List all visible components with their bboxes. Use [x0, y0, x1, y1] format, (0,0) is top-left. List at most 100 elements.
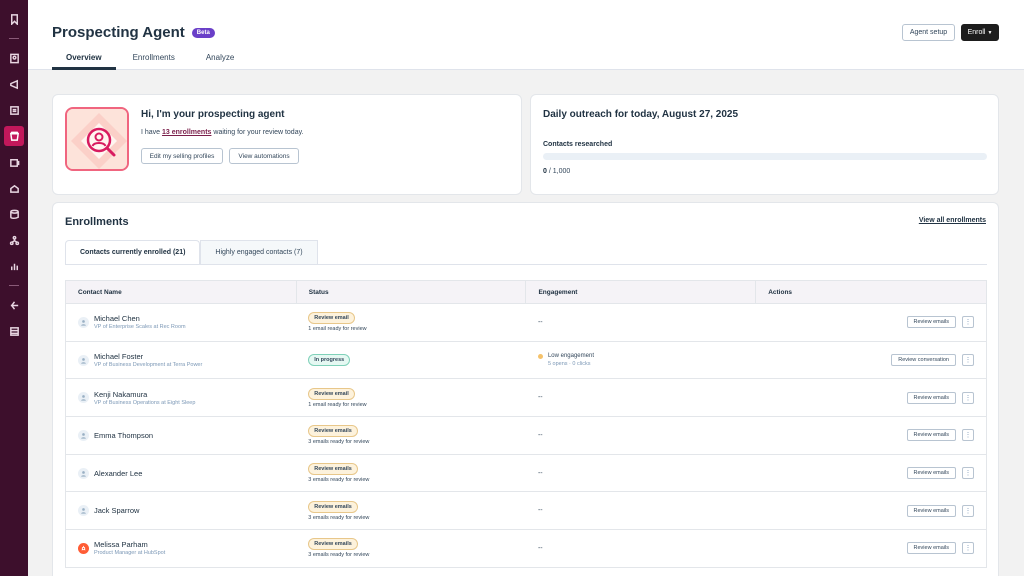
- tab-overview[interactable]: Overview: [52, 47, 116, 70]
- status-cell: Review emails 3 emails ready for review: [296, 491, 526, 531]
- view-automations-button[interactable]: View automations: [229, 148, 299, 164]
- reports-icon[interactable]: [4, 256, 24, 276]
- page-tabs: Overview Enrollments Analyze: [52, 47, 251, 70]
- contacts-researched-count: 0 / 1,000: [543, 168, 570, 175]
- automation-icon[interactable]: [4, 230, 24, 250]
- col-contact-name[interactable]: Contact Name: [65, 280, 297, 304]
- status-badge: Review emails: [308, 463, 358, 476]
- status-cell: Review email 1 email ready for review: [296, 378, 526, 418]
- review-button[interactable]: Review emails: [906, 391, 956, 404]
- more-actions-icon[interactable]: ⋮: [962, 467, 974, 480]
- table-row[interactable]: Alexander Lee Review emails 3 emails ready…: [65, 454, 987, 493]
- contact-name[interactable]: Alexander Lee: [94, 469, 142, 478]
- review-button[interactable]: Review emails: [906, 542, 956, 555]
- table-row[interactable]: Michael Chen VP of Enterprise Scales at R…: [65, 303, 987, 342]
- tab-enrollments[interactable]: Enrollments: [119, 47, 189, 70]
- more-actions-icon[interactable]: ⋮: [962, 429, 974, 442]
- engagement-cell: --: [525, 529, 756, 568]
- engagement-stats: 5 opens · 0 clicks: [547, 361, 591, 368]
- person-icon: [78, 467, 89, 479]
- enroll-button[interactable]: Enroll ▼: [961, 24, 999, 41]
- table-header-row: Contact Name Status Engagement Actions: [65, 280, 987, 304]
- contact-name[interactable]: Melissa Parham: [94, 540, 165, 549]
- title-row: Prospecting Agent Beta: [52, 24, 215, 41]
- tab-analyze[interactable]: Analyze: [192, 47, 248, 70]
- contact-cell: Michael Foster VP of Business Development…: [65, 341, 297, 380]
- status-detail: 3 emails ready for review: [308, 514, 370, 521]
- more-actions-icon[interactable]: ⋮: [962, 316, 974, 329]
- review-button[interactable]: Review emails: [906, 467, 956, 480]
- more-actions-icon[interactable]: ⋮: [962, 354, 974, 367]
- person-icon: [78, 505, 89, 517]
- actions-cell: Review emails ⋮: [755, 416, 987, 455]
- engagement-cell: --: [525, 378, 756, 418]
- table-row[interactable]: Emma Thompson Review emails 3 emails ready…: [65, 416, 987, 455]
- more-actions-icon[interactable]: ⋮: [962, 504, 974, 517]
- more-actions-icon[interactable]: ⋮: [962, 391, 974, 404]
- review-button[interactable]: Review emails: [906, 429, 956, 442]
- contact-info: Melissa Parham Product Manager at HubSpot: [78, 540, 296, 556]
- table-row[interactable]: Kenji Nakamura VP of Business Operations …: [65, 378, 987, 418]
- contact-name[interactable]: Kenji Nakamura: [94, 390, 195, 399]
- commerce-icon[interactable]: [4, 178, 24, 198]
- more-actions-icon[interactable]: ⋮: [962, 542, 974, 555]
- edit-selling-profiles-button[interactable]: Edit my selling profiles: [141, 148, 223, 164]
- row-actions: Review emails ⋮: [768, 391, 986, 404]
- tab-currently-enrolled[interactable]: Contacts currently enrolled (21): [65, 240, 201, 265]
- agent-avatar-icon: [65, 107, 129, 171]
- actions-cell: Review emails ⋮: [755, 454, 987, 493]
- table-row[interactable]: Melissa Parham Product Manager at HubSpot…: [65, 529, 987, 568]
- table-row[interactable]: Jack Sparrow Review emails 3 emails ready …: [65, 491, 987, 531]
- data-icon[interactable]: [4, 204, 24, 224]
- engagement-empty: --: [537, 394, 543, 402]
- contact-cell: Jack Sparrow: [65, 491, 297, 531]
- review-button[interactable]: Review conversation: [891, 354, 956, 367]
- contact-name[interactable]: Michael Foster: [94, 352, 202, 361]
- contact-info: Michael Chen VP of Enterprise Scales at R…: [78, 314, 296, 330]
- engagement-empty: --: [537, 318, 543, 326]
- contact-name[interactable]: Michael Chen: [94, 314, 186, 323]
- engagement-empty: --: [537, 431, 543, 439]
- megaphone-icon[interactable]: [4, 74, 24, 94]
- view-all-enrollments-link[interactable]: View all enrollments: [919, 217, 986, 224]
- review-button[interactable]: Review emails: [906, 504, 956, 517]
- actions-cell: Review emails ⋮: [755, 491, 987, 531]
- table-row[interactable]: Michael Foster VP of Business Development…: [65, 341, 987, 380]
- enrollments-table: Contact Name Status Engagement Actions M…: [65, 280, 987, 568]
- contact-name[interactable]: Emma Thompson: [94, 431, 153, 440]
- agent-text-after: waiting for your review today.: [211, 129, 304, 136]
- contacts-researched-progress-bar: [543, 153, 987, 160]
- sales-icon[interactable]: [4, 126, 24, 146]
- library-icon[interactable]: [4, 321, 24, 341]
- col-engagement[interactable]: Engagement: [525, 280, 757, 304]
- row-actions: Review conversation ⋮: [768, 354, 986, 367]
- engagement-cell: --: [525, 454, 756, 493]
- status-cell: Review email 1 email ready for review: [296, 303, 526, 342]
- actions-cell: Review emails ⋮: [755, 378, 987, 418]
- contacts-icon[interactable]: [4, 48, 24, 68]
- enrollments-title: Enrollments: [65, 216, 129, 228]
- engagement-label: Low engagement: [547, 353, 594, 360]
- bookmark-icon[interactable]: [4, 9, 24, 29]
- sidebar-divider: [9, 38, 19, 39]
- agent-text-before: I have: [141, 129, 163, 136]
- tab-highly-engaged[interactable]: Highly engaged contacts (7): [200, 240, 318, 265]
- content-icon[interactable]: [4, 100, 24, 120]
- row-actions: Review emails ⋮: [768, 542, 986, 555]
- status-detail: 3 emails ready for review: [308, 477, 370, 484]
- contact-cell: Kenji Nakamura VP of Business Operations …: [65, 378, 297, 418]
- breeze-icon[interactable]: [4, 295, 24, 315]
- status-badge: Review emails: [308, 425, 358, 438]
- enrollments-link[interactable]: 13 enrollments: [162, 129, 211, 136]
- person-icon: [78, 354, 89, 366]
- contact-name[interactable]: Jack Sparrow: [94, 506, 139, 515]
- contact-info: Michael Foster VP of Business Development…: [78, 352, 296, 368]
- status-badge: Review email: [308, 312, 355, 325]
- service-icon[interactable]: [4, 152, 24, 172]
- enrollments-card: Enrollments View all enrollments Contact…: [52, 202, 999, 576]
- col-status[interactable]: Status: [295, 280, 527, 304]
- review-button[interactable]: Review emails: [906, 316, 956, 329]
- agent-setup-button[interactable]: Agent setup: [902, 24, 955, 41]
- enrollment-subtabs: Contacts currently enrolled (21) Highly …: [65, 240, 318, 265]
- row-actions: Review emails ⋮: [768, 316, 986, 329]
